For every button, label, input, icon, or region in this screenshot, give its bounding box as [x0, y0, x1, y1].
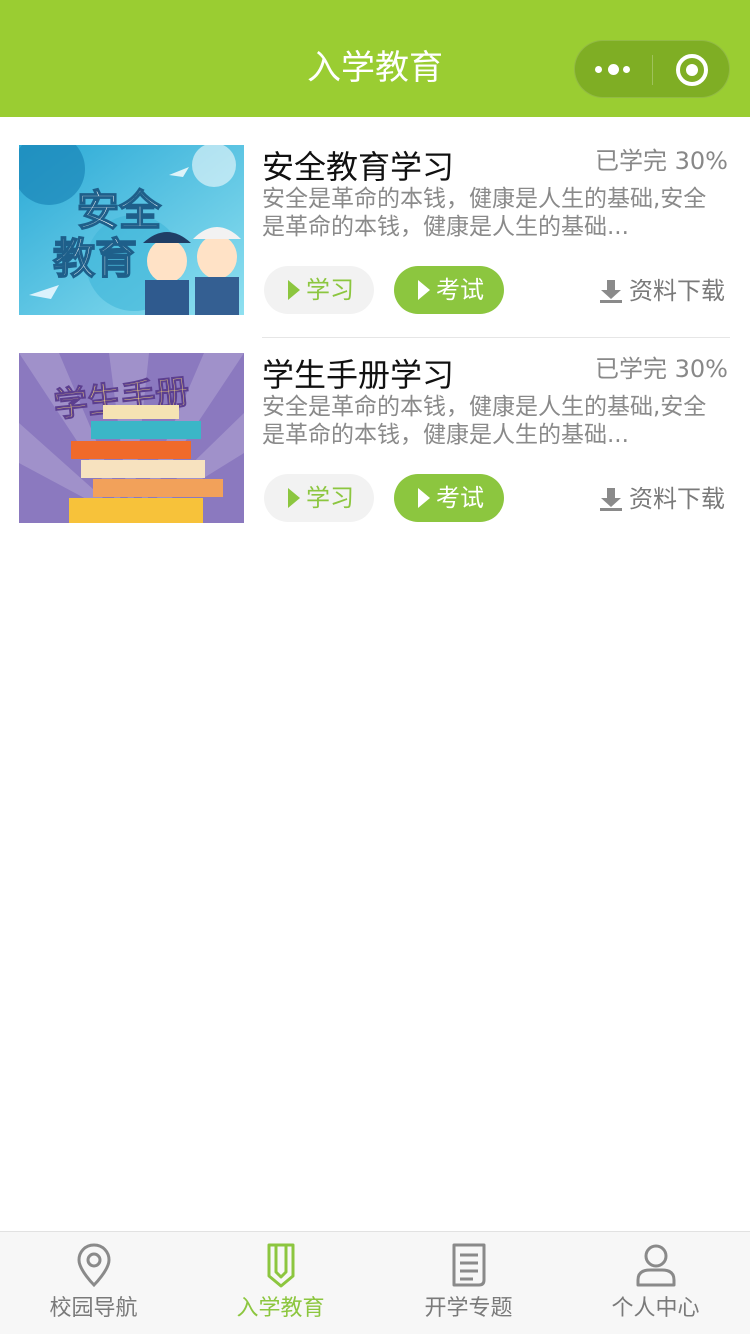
pencil-icon: [267, 1243, 295, 1288]
play-arrow-icon: [288, 280, 300, 300]
document-icon: [452, 1243, 486, 1287]
progress-text: 已学完 30%: [595, 355, 728, 383]
location-pin-icon: [77, 1243, 111, 1288]
download-link[interactable]: 资料下载: [599, 275, 731, 307]
play-arrow-icon: [418, 488, 430, 508]
exam-button[interactable]: 考试: [394, 474, 504, 522]
study-button-label: 学习: [306, 276, 354, 304]
course-title: 安全教育学习: [262, 148, 455, 186]
exam-button[interactable]: 考试: [394, 266, 504, 314]
exam-button-label: 考试: [436, 484, 484, 512]
student-handbook-thumbnail: 学生手册: [19, 353, 244, 523]
capsule-divider: [652, 55, 653, 85]
download-label: 资料下载: [629, 485, 725, 513]
bottom-tab-bar: 校园导航 入学教育 开学专题 个人中心: [0, 1231, 750, 1334]
study-button-label: 学习: [306, 484, 354, 512]
safety-education-thumbnail: 安全 教育: [19, 145, 244, 315]
download-icon: [600, 488, 622, 511]
nav-header: 入学教育: [0, 0, 750, 117]
play-arrow-icon: [418, 280, 430, 300]
progress-text: 已学完 30%: [595, 147, 728, 175]
tab-personal-center[interactable]: 个人中心: [562, 1232, 749, 1334]
svg-text:安全: 安全: [77, 186, 162, 235]
course-description: 安全是革命的本钱，健康是人生的基础,安全是革命的本钱，健康是人生的基础...: [262, 394, 707, 448]
tab-label: 校园导航: [49, 1296, 138, 1321]
page: 入学教育 安全 教育 已学完 30% 安全教育学习 安全是革命的本钱，健康是人生…: [0, 0, 750, 1334]
tab-label: 开学专题: [424, 1296, 513, 1321]
tab-label: 个人中心: [611, 1296, 700, 1321]
course-description: 安全是革命的本钱，健康是人生的基础,安全是革命的本钱，健康是人生的基础...: [262, 186, 707, 240]
tab-enrollment-education[interactable]: 入学教育: [187, 1232, 374, 1334]
download-link[interactable]: 资料下载: [599, 483, 731, 515]
list-item[interactable]: 安全 教育 已学完 30% 安全教育学习 安全是革命的本钱，健康是人生的基础,安…: [0, 145, 750, 357]
divider: [262, 337, 730, 338]
course-title: 学生手册学习: [262, 356, 455, 394]
more-dots-icon[interactable]: [595, 62, 635, 78]
tab-label: 入学教育: [236, 1296, 325, 1321]
tab-school-topics[interactable]: 开学专题: [375, 1232, 562, 1334]
study-button[interactable]: 学习: [264, 266, 374, 314]
study-button[interactable]: 学习: [264, 474, 374, 522]
list-item[interactable]: 学生手册 已学完 30% 学生手册学习 安全是革命的本钱，健康是人生的基础,安全…: [0, 353, 750, 565]
mini-program-capsule: [574, 40, 730, 98]
user-icon: [636, 1244, 676, 1287]
tab-campus-navigation[interactable]: 校园导航: [0, 1232, 187, 1334]
svg-text:教育: 教育: [53, 234, 137, 283]
exam-button-label: 考试: [436, 276, 484, 304]
download-icon: [600, 280, 622, 303]
target-circle-icon[interactable]: [675, 53, 709, 87]
download-label: 资料下载: [629, 277, 725, 305]
play-arrow-icon: [288, 488, 300, 508]
